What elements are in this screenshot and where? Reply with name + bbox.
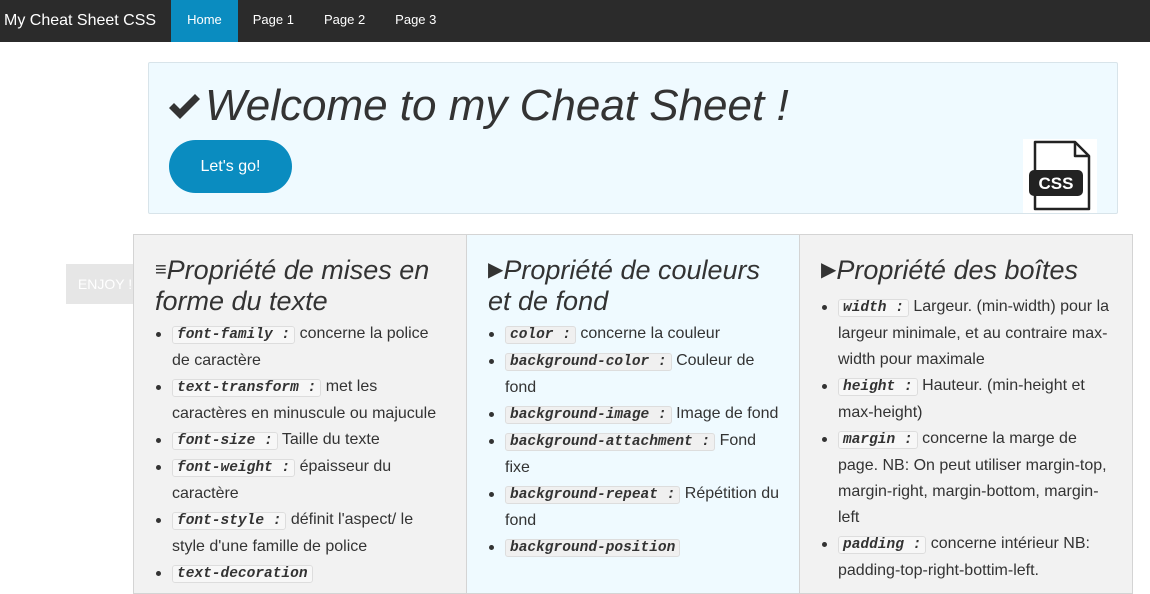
list-item: font-family : concerne la police de cara… <box>156 321 448 374</box>
column-color-properties: ▶Propriété de couleurs et de fond color … <box>466 234 800 594</box>
play-icon: ▶ <box>821 259 837 281</box>
list-item: font-size : Taille du texte <box>156 427 448 454</box>
list-item: color : concerne la couleur <box>489 321 781 348</box>
page-title-text: Welcome to my Cheat Sheet ! <box>205 81 789 130</box>
list-item: padding : concerne intérieur NB: padding… <box>822 531 1114 584</box>
lets-go-button[interactable]: Let's go! <box>169 140 292 193</box>
nav-page-2[interactable]: Page 2 <box>309 0 380 42</box>
nav-page-1[interactable]: Page 1 <box>238 0 309 42</box>
property-list: color : concerne la couleur background-c… <box>489 321 781 561</box>
top-navbar: My Cheat Sheet CSS Home Page 1 Page 2 Pa… <box>0 0 1150 42</box>
list-item: background-repeat : Répétition du fond <box>489 481 781 534</box>
css-file-icon: CSS <box>1023 139 1097 213</box>
jumbotron: Welcome to my Cheat Sheet ! Let's go! CS… <box>148 62 1118 214</box>
nav-home[interactable]: Home <box>171 0 238 42</box>
property-list: font-family : concerne la police de cara… <box>156 321 448 587</box>
checkmark-icon <box>169 94 200 119</box>
property-list: width : Largeur. (min-width) pour la lar… <box>822 294 1114 584</box>
column-title: ▶Propriété des boîtes <box>821 255 1079 285</box>
column-title: ≡Propriété de mises en forme du texte <box>155 255 430 316</box>
list-icon: ≡ <box>155 259 167 281</box>
css-icon-label: CSS <box>1039 174 1074 193</box>
page-title: Welcome to my Cheat Sheet ! <box>167 81 789 131</box>
list-item: width : Largeur. (min-width) pour la lar… <box>822 294 1114 373</box>
list-item: font-weight : épaisseur du caractère <box>156 454 448 507</box>
column-text-properties: ≡Propriété de mises en forme du texte fo… <box>133 234 467 594</box>
column-title: ▶Propriété de couleurs et de fond <box>488 255 761 316</box>
list-item: margin : concerne la marge de page. NB: … <box>822 426 1114 531</box>
list-item: height : Hauteur. (min-height et max-hei… <box>822 373 1114 426</box>
list-item: font-style : définit l'aspect/ le style … <box>156 507 448 560</box>
nav-page-3[interactable]: Page 3 <box>380 0 451 42</box>
list-item: text-transform : met les caractères en m… <box>156 374 448 427</box>
column-box-properties: ▶Propriété des boîtes width : Largeur. (… <box>799 234 1133 594</box>
list-item: background-attachment : Fond fixe <box>489 428 781 481</box>
list-item: text-decoration <box>156 560 448 587</box>
play-icon: ▶ <box>488 259 504 281</box>
list-item: background-color : Couleur de fond <box>489 348 781 401</box>
list-item: background-image : Image de fond <box>489 401 781 428</box>
list-item: background-position <box>489 534 781 561</box>
brand-link[interactable]: My Cheat Sheet CSS <box>0 0 171 42</box>
